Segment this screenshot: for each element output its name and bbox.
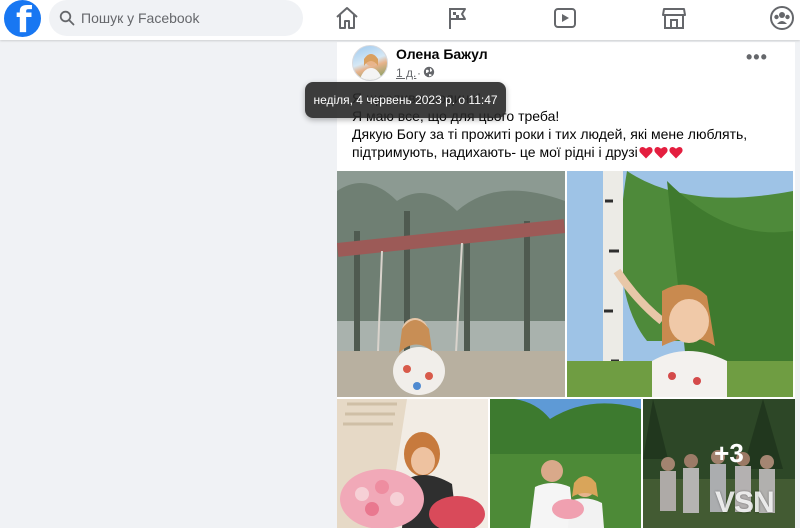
groups-icon[interactable] [768, 4, 796, 32]
search-bar[interactable] [49, 0, 303, 36]
search-input[interactable] [81, 10, 281, 26]
marketplace-icon[interactable] [660, 4, 688, 32]
post-text-line-with-hearts: підтримують, надихають- це мої рідні і д… [352, 143, 782, 161]
heart-icon [654, 147, 668, 159]
post-author-name[interactable]: Олена Бажул [396, 46, 488, 62]
post-photo-flowers[interactable] [337, 399, 488, 528]
post-text-line: Дякую Богу за ті прожиті роки і тих люде… [352, 126, 748, 142]
avatar[interactable] [352, 45, 388, 81]
facebook-logo-letter: f [16, 0, 32, 38]
post-text-line: підтримують, надихають- це мої рідні і д… [352, 144, 638, 160]
post-photo-couple[interactable] [490, 399, 641, 528]
facebook-logo[interactable]: f [4, 0, 41, 37]
video-icon[interactable] [551, 4, 579, 32]
more-options-button[interactable]: ••• [746, 48, 768, 66]
post-timestamp[interactable]: 1 д. [396, 66, 416, 80]
vsn-watermark: VSN [715, 486, 775, 519]
hearts-emoji-group [638, 144, 683, 160]
post-photo-birch[interactable] [567, 171, 793, 397]
globe-icon[interactable] [423, 66, 435, 78]
flag-icon[interactable] [444, 4, 472, 32]
home-icon[interactable] [333, 4, 361, 32]
top-navigation-bar: f [0, 0, 800, 40]
search-icon [59, 10, 75, 26]
heart-icon [669, 147, 683, 159]
post-photo-swing[interactable] [337, 171, 565, 397]
timestamp-tooltip: неділя, 4 червень 2023 р. о 11:47 [305, 82, 506, 118]
separator-dot: · [417, 66, 421, 80]
heart-icon [639, 147, 653, 159]
